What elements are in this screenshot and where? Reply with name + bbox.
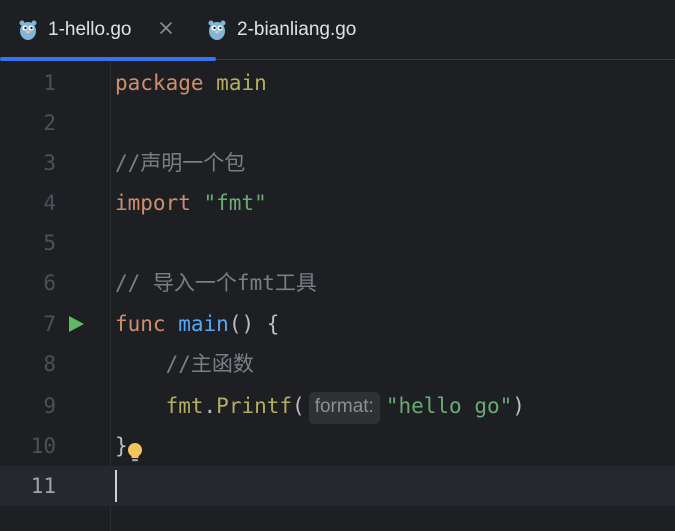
code-line-current[interactable]: 11	[0, 466, 675, 506]
string-token: "fmt"	[203, 191, 267, 215]
line-number: 4	[43, 191, 56, 215]
gopher-icon	[208, 20, 226, 40]
lightbulb-icon[interactable]	[126, 442, 144, 464]
code-line[interactable]: 6 // 导入一个fmt工具	[0, 263, 675, 303]
line-number: 1	[43, 71, 56, 95]
line-number: 6	[43, 271, 56, 295]
tab-label: 2-bianliang.go	[237, 19, 357, 40]
keyword-token: package	[115, 71, 204, 95]
keyword-token: import	[115, 191, 191, 215]
code-text: func main() {	[115, 304, 279, 344]
tab-1-hello-go[interactable]: 1-hello.go	[0, 0, 216, 61]
punctuation-token: (	[292, 394, 305, 418]
punctuation-token: () {	[228, 312, 280, 336]
package-token: main	[216, 71, 267, 95]
code-line[interactable]: 1 package main	[0, 63, 675, 103]
text-caret	[115, 470, 117, 502]
close-icon[interactable]	[156, 18, 176, 38]
code-text: import "fmt"	[115, 183, 267, 223]
punctuation-token: .	[203, 394, 217, 418]
code-text: //声明一个包	[115, 143, 245, 183]
code-line[interactable]: 9 fmt.Printf(format: "hello go")	[0, 386, 675, 426]
function-call-token: Printf	[216, 394, 293, 418]
punctuation-token: )	[512, 394, 525, 418]
line-number: 5	[43, 231, 56, 255]
code-line[interactable]: 3 //声明一个包	[0, 143, 675, 183]
code-editor[interactable]: 1 package main 2 3 //声明一个包 4 import "fmt…	[0, 61, 675, 531]
code-text: // 导入一个fmt工具	[115, 263, 317, 303]
line-number: 7	[43, 312, 56, 336]
line-number: 2	[43, 111, 56, 135]
line-number: 9	[43, 394, 56, 418]
comment-token: //声明一个包	[115, 151, 246, 175]
package-token: fmt	[165, 394, 204, 418]
parameter-hint: format:	[308, 392, 380, 424]
code-line[interactable]: 7 func main() {	[0, 304, 675, 344]
comment-token: // 导入一个fmt工具	[115, 271, 317, 295]
function-name-token: main	[178, 312, 229, 336]
tab-label: 1-hello.go	[48, 19, 132, 40]
string-token: "hello go"	[385, 394, 513, 418]
keyword-token: func	[115, 312, 166, 336]
code-text: package main	[115, 63, 267, 103]
code-text: //主函数	[115, 344, 254, 384]
run-icon[interactable]	[67, 315, 85, 333]
code-line[interactable]: 10 }	[0, 426, 675, 466]
gopher-icon	[19, 20, 37, 40]
tab-2-bianliang-go[interactable]: 2-bianliang.go	[204, 0, 356, 60]
code-line[interactable]: 2	[0, 103, 675, 143]
code-line[interactable]: 4 import "fmt"	[0, 183, 675, 223]
code-line[interactable]: 5	[0, 223, 675, 263]
editor-tab-bar: 1-hello.go 2-bianliang.go	[0, 0, 675, 61]
line-number: 11	[30, 474, 56, 498]
code-line[interactable]: 8 //主函数	[0, 344, 675, 384]
code-text: fmt.Printf(format: "hello go")	[115, 386, 525, 426]
line-number: 3	[43, 151, 56, 175]
line-number: 10	[30, 434, 56, 458]
comment-token: //主函数	[165, 352, 254, 376]
line-number: 8	[43, 352, 56, 376]
